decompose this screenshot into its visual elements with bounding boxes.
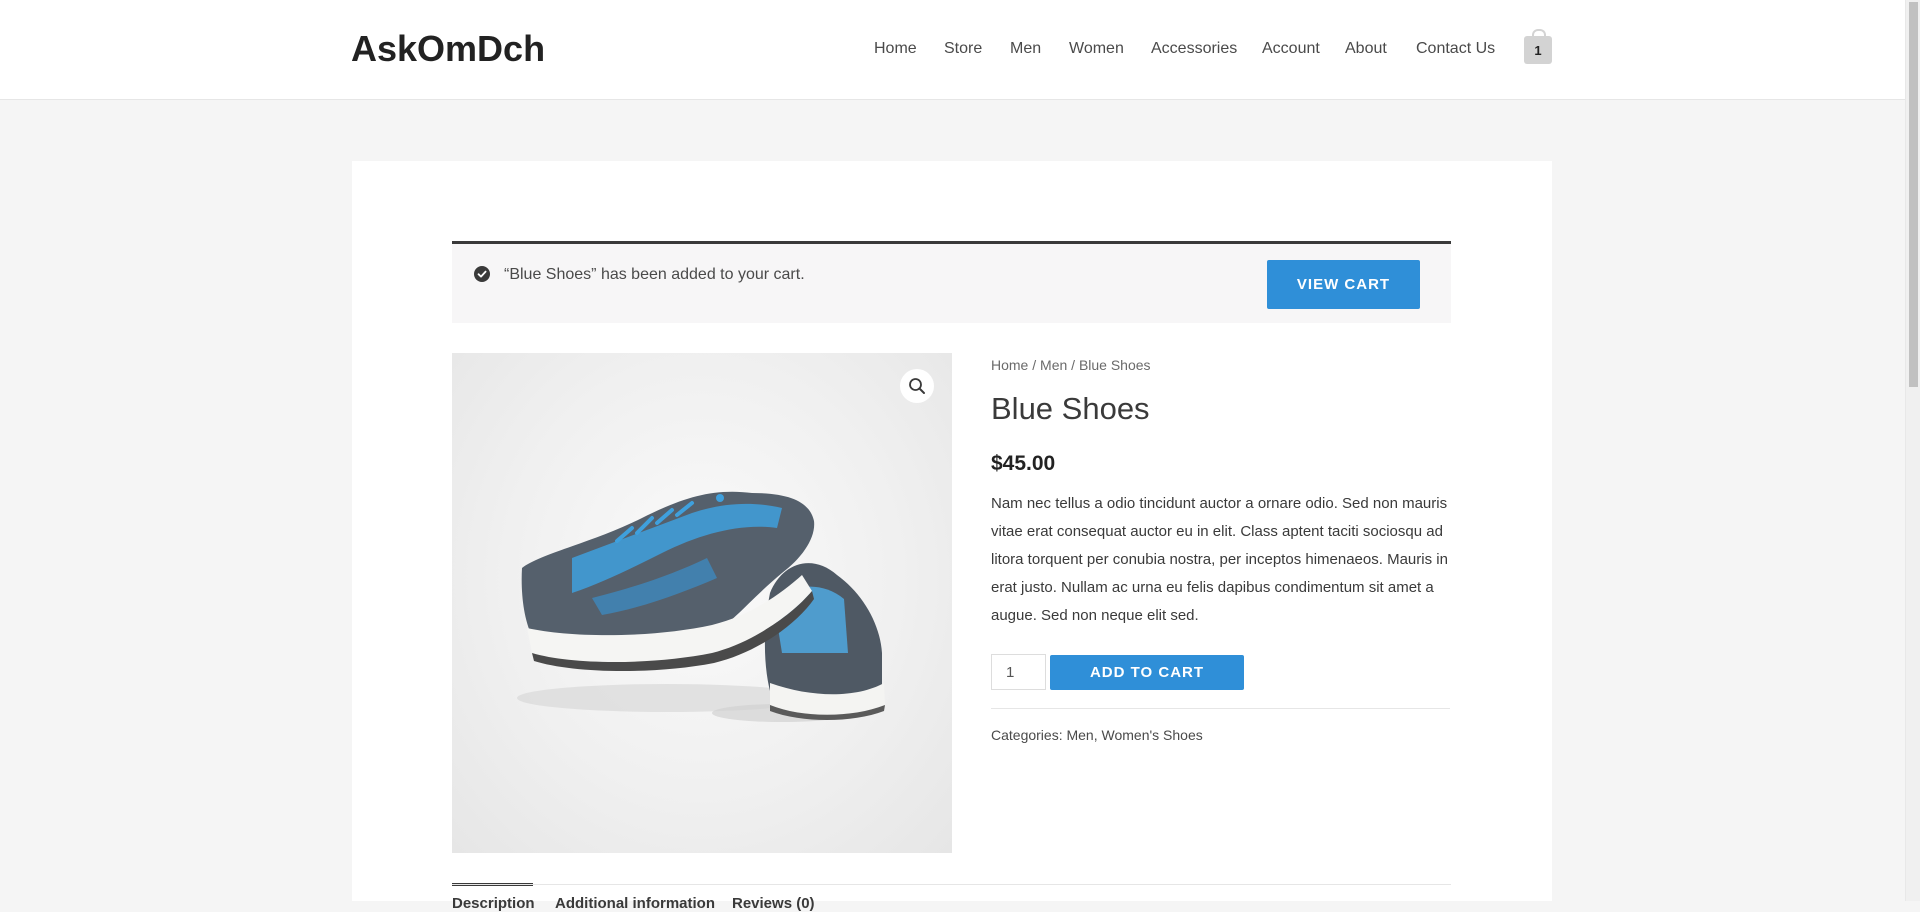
- product-image[interactable]: [452, 353, 952, 853]
- nav-store[interactable]: Store: [944, 40, 982, 58]
- nav-account[interactable]: Account: [1262, 40, 1320, 58]
- category-link-womens-shoes[interactable]: Women's Shoes: [1102, 727, 1203, 743]
- breadcrumb-separator: /: [1032, 357, 1037, 373]
- add-to-cart-button[interactable]: ADD TO CART: [1050, 655, 1244, 690]
- nav-about[interactable]: About: [1345, 40, 1387, 58]
- product-title: Blue Shoes: [991, 391, 1150, 426]
- zoom-button[interactable]: [900, 369, 934, 403]
- page-scrollbar[interactable]: [1905, 0, 1920, 901]
- nav-contact-us[interactable]: Contact Us: [1416, 40, 1495, 58]
- breadcrumb-separator: /: [1071, 357, 1076, 373]
- view-cart-button[interactable]: VIEW CART: [1267, 260, 1420, 309]
- nav-men[interactable]: Men: [1010, 40, 1041, 58]
- nav-accessories[interactable]: Accessories: [1151, 40, 1237, 58]
- tab-reviews[interactable]: Reviews (0): [732, 895, 815, 912]
- scrollbar-thumb[interactable]: [1909, 2, 1918, 387]
- blue-shoes-image: [517, 491, 885, 722]
- tab-description[interactable]: Description: [452, 895, 535, 912]
- zoom-icon: [909, 378, 925, 394]
- tabs-divider: [452, 884, 1451, 885]
- product-description: Nam nec tellus a odio tincidunt auctor a…: [991, 495, 1448, 624]
- breadcrumb: Home / Men / Blue Shoes: [991, 357, 1151, 373]
- check-circle-icon: [474, 266, 490, 282]
- cart-count-badge[interactable]: 1: [1524, 29, 1552, 64]
- nav-home[interactable]: Home: [874, 40, 917, 58]
- cart-notice: “Blue Shoes” has been added to your cart…: [452, 241, 1451, 323]
- quantity-input[interactable]: [991, 654, 1046, 690]
- breadcrumb-men[interactable]: Men: [1040, 357, 1067, 373]
- nav-women[interactable]: Women: [1069, 40, 1124, 58]
- breadcrumb-current: Blue Shoes: [1078, 357, 1151, 373]
- cart-notice-message: “Blue Shoes” has been added to your cart…: [504, 266, 805, 283]
- site-title[interactable]: AskOmDch: [351, 28, 545, 70]
- tab-additional-information[interactable]: Additional information: [555, 895, 715, 912]
- category-link-men[interactable]: Men: [1066, 727, 1093, 743]
- categories-label: Categories:: [991, 727, 1063, 743]
- breadcrumb-home[interactable]: Home: [991, 357, 1028, 373]
- divider: [991, 708, 1450, 709]
- product-price: $45.00: [991, 452, 1056, 475]
- site-header: AskOmDch Home Store Men Women Accessorie…: [0, 0, 1905, 100]
- product-categories: Categories: Men, Women's Shoes: [991, 727, 1203, 743]
